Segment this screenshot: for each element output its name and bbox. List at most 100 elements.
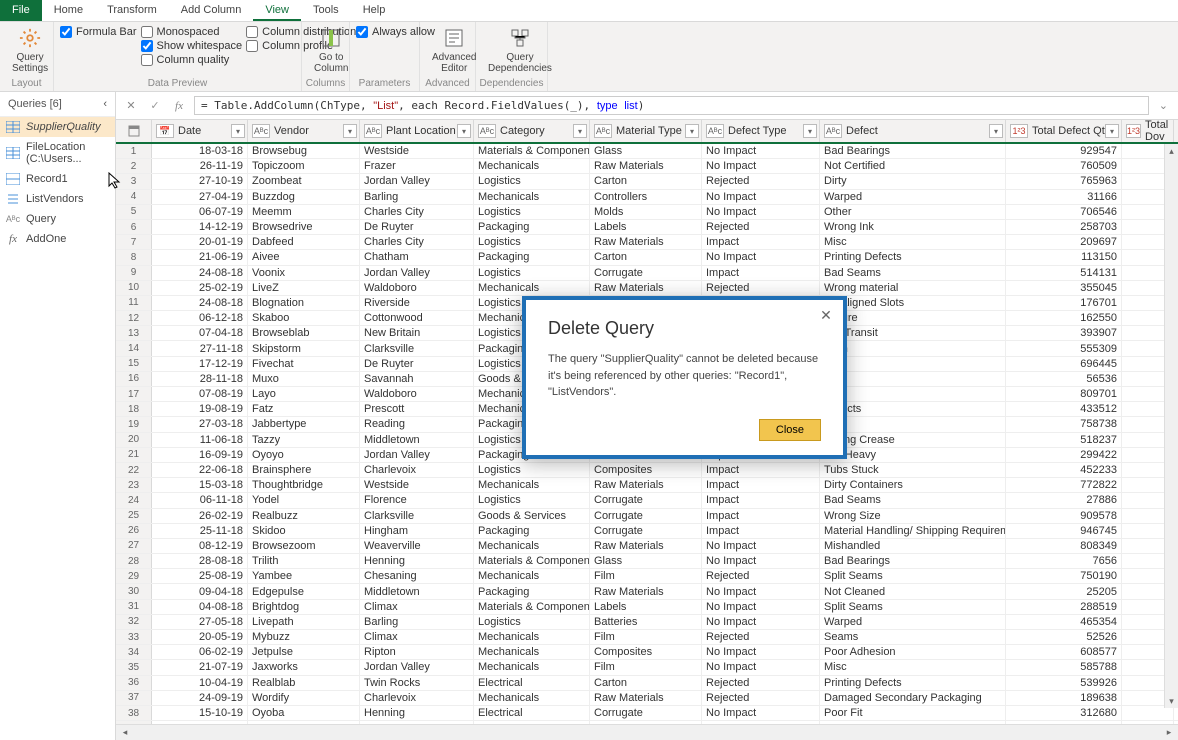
table-row[interactable]: 2315-03-18ThoughtbridgeWestsideMechanica… xyxy=(116,478,1178,493)
table-row[interactable]: 2625-11-18SkidooHinghamPackagingCorrugat… xyxy=(116,524,1178,539)
commit-icon[interactable]: ✓ xyxy=(146,97,164,115)
table-row[interactable]: 614-12-19BrowsedriveDe RuyterPackagingLa… xyxy=(116,220,1178,235)
col-head-defect[interactable]: AᴮcDefect▾ xyxy=(820,120,1006,142)
scroll-right-icon[interactable]: ▸ xyxy=(1162,727,1176,738)
goto-column-button[interactable]: Go to Column xyxy=(308,24,354,76)
filter-dd-icon[interactable]: ▾ xyxy=(989,124,1003,138)
abc-icon: Aᴮc xyxy=(6,213,20,225)
row-number: 4 xyxy=(116,190,152,204)
filter-dd-icon[interactable]: ▾ xyxy=(457,124,471,138)
scroll-left-icon[interactable]: ◂ xyxy=(118,727,132,738)
group-label-deps: Dependencies xyxy=(476,78,547,89)
col-head-defecttype[interactable]: AᴮcDefect Type▾ xyxy=(702,120,820,142)
table-row[interactable]: 118-03-18BrowsebugWestsideMaterials & Co… xyxy=(116,144,1178,159)
table-row[interactable]: 327-10-19ZoombeatJordan ValleyLogisticsC… xyxy=(116,174,1178,189)
scroll-up-icon[interactable]: ▴ xyxy=(1165,144,1178,158)
expand-icon[interactable]: ⌄ xyxy=(1155,99,1172,112)
table-row[interactable]: 3320-05-19MybuzzClimaxMechanicalsFilmRej… xyxy=(116,630,1178,645)
query-settings-button[interactable]: Query Settings xyxy=(6,24,54,76)
row-number: 5 xyxy=(116,205,152,219)
query-item-2[interactable]: Record1 xyxy=(0,169,115,189)
col-head-category[interactable]: AᴮcCategory▾ xyxy=(474,120,590,142)
tab-transform[interactable]: Transform xyxy=(95,0,169,21)
tab-home[interactable]: Home xyxy=(42,0,95,21)
horizontal-scrollbar[interactable]: ◂ ▸ xyxy=(116,724,1178,740)
fx-icon: fx xyxy=(6,233,20,245)
collapse-icon[interactable]: ‹ xyxy=(103,98,107,110)
table-row[interactable]: 506-07-19MeemmCharles CityLogisticsMolds… xyxy=(116,205,1178,220)
grid-header: 📅Date▾ AᴮcVendor▾ AᴮcPlant Location▾ Aᴮc… xyxy=(116,120,1178,144)
formula-bar-check[interactable]: Formula Bar xyxy=(60,26,137,38)
filter-dd-icon[interactable]: ▾ xyxy=(573,124,587,138)
num-type-icon: 1²3 xyxy=(1126,124,1141,138)
table-row[interactable]: 2526-02-19RealbuzzClarksvilleGoods & Ser… xyxy=(116,509,1178,524)
table-row[interactable]: 3104-08-18BrightdogClimaxMaterials & Com… xyxy=(116,600,1178,615)
record-icon xyxy=(6,173,20,185)
deps-icon xyxy=(508,26,532,50)
tab-add-column[interactable]: Add Column xyxy=(169,0,254,21)
row-number: 32 xyxy=(116,615,152,629)
scroll-down-icon[interactable]: ▾ xyxy=(1165,694,1178,708)
query-item-5[interactable]: fxAddOne xyxy=(0,229,115,249)
monospaced-check[interactable]: Monospaced xyxy=(141,26,243,38)
formula-input[interactable]: = Table.AddColumn(ChType, "List", each R… xyxy=(194,96,1149,115)
table-row[interactable]: 2406-11-18YodelFlorenceLogisticsCorrugat… xyxy=(116,493,1178,508)
table-row[interactable]: 3724-09-19WordifyCharlevoixMechanicalsRa… xyxy=(116,691,1178,706)
filter-dd-icon[interactable]: ▾ xyxy=(1105,124,1119,138)
col-head-dov[interactable]: 1²3Total Dov xyxy=(1122,120,1174,142)
query-item-1[interactable]: FileLocation (C:\Users... xyxy=(0,137,115,169)
filter-dd-icon[interactable]: ▾ xyxy=(343,124,357,138)
table-row[interactable]: 3009-04-18EdgepulseMiddletownPackagingRa… xyxy=(116,584,1178,599)
table-row[interactable]: 3406-02-19JetpulseRiptonMechanicalsCompo… xyxy=(116,645,1178,660)
table-row[interactable]: 3521-07-19JaxworksJordan ValleyMechanica… xyxy=(116,660,1178,675)
tab-file[interactable]: File xyxy=(0,0,42,21)
table-row[interactable]: 427-04-19BuzzdogBarlingMechanicalsContro… xyxy=(116,190,1178,205)
table-row[interactable]: 2828-08-18TrilithHenningMaterials & Comp… xyxy=(116,554,1178,569)
query-item-4[interactable]: AᴮcQuery xyxy=(0,209,115,229)
table-row[interactable]: 720-01-19DabfeedCharles CityLogisticsRaw… xyxy=(116,235,1178,250)
vertical-scrollbar[interactable]: ▴ ▾ xyxy=(1164,144,1178,708)
row-number: 19 xyxy=(116,417,152,431)
table-row[interactable]: 226-11-19TopiczoomFrazerMechanicalsRaw M… xyxy=(116,159,1178,174)
dialog-close-icon[interactable]: ✕ xyxy=(817,306,835,324)
table-row[interactable]: 3610-04-19RealblabTwin RocksElectricalCa… xyxy=(116,676,1178,691)
advanced-editor-button[interactable]: Advanced Editor xyxy=(426,24,482,76)
col-head-vendor[interactable]: AᴮcVendor▾ xyxy=(248,120,360,142)
table-row[interactable]: 2222-06-18BrainsphereCharlevoixLogistics… xyxy=(116,463,1178,478)
table-row[interactable]: 924-08-18VoonixJordan ValleyLogisticsCor… xyxy=(116,266,1178,281)
row-number: 16 xyxy=(116,372,152,386)
query-item-0[interactable]: SupplierQuality xyxy=(0,117,115,137)
tab-tools[interactable]: Tools xyxy=(301,0,351,21)
ribbon: Query Settings Layout Formula Bar Monosp… xyxy=(0,22,1178,92)
query-deps-button[interactable]: Query Dependencies xyxy=(482,24,558,76)
list-icon xyxy=(6,193,20,205)
filter-dd-icon[interactable]: ▾ xyxy=(803,124,817,138)
cancel-icon[interactable]: ✕ xyxy=(122,97,140,115)
date-type-icon: 📅 xyxy=(156,124,174,138)
group-label-columns: Columns xyxy=(302,78,349,89)
table-row[interactable]: 2708-12-19BrowsezoomWeavervilleMechanica… xyxy=(116,539,1178,554)
fx-icon[interactable]: fx xyxy=(170,97,188,115)
filter-dd-icon[interactable]: ▾ xyxy=(231,124,245,138)
tab-view[interactable]: View xyxy=(253,0,301,21)
dialog-close-button[interactable]: Close xyxy=(759,419,821,441)
whitespace-check[interactable]: Show whitespace xyxy=(141,40,243,52)
table-row[interactable]: 821-06-19AiveeChathamPackagingCartonNo I… xyxy=(116,250,1178,265)
table-row[interactable]: 2925-08-19YambeeChesaningMechanicalsFilm… xyxy=(116,569,1178,584)
col-head-material[interactable]: AᴮcMaterial Type▾ xyxy=(590,120,702,142)
corner-cell[interactable] xyxy=(116,120,152,142)
table-row[interactable]: 3815-10-19OyobaHenningElectricalCorrugat… xyxy=(116,706,1178,721)
col-head-plant[interactable]: AᴮcPlant Location▾ xyxy=(360,120,474,142)
row-number: 24 xyxy=(116,493,152,507)
formula-bar: ✕ ✓ fx = Table.AddColumn(ChType, "List",… xyxy=(116,92,1178,120)
row-number: 29 xyxy=(116,569,152,583)
column-quality-check[interactable]: Column quality xyxy=(141,54,243,66)
table-row[interactable]: 1025-02-19LiveZWaldoboroMechanicalsRaw M… xyxy=(116,281,1178,296)
query-item-3[interactable]: ListVendors xyxy=(0,189,115,209)
tab-help[interactable]: Help xyxy=(351,0,398,21)
filter-dd-icon[interactable]: ▾ xyxy=(685,124,699,138)
table-row[interactable]: 39 xyxy=(116,721,1178,724)
col-head-date[interactable]: 📅Date▾ xyxy=(152,120,248,142)
table-row[interactable]: 3227-05-18LivepathBarlingLogisticsBatter… xyxy=(116,615,1178,630)
col-head-qty[interactable]: 1²3Total Defect Qty▾ xyxy=(1006,120,1122,142)
